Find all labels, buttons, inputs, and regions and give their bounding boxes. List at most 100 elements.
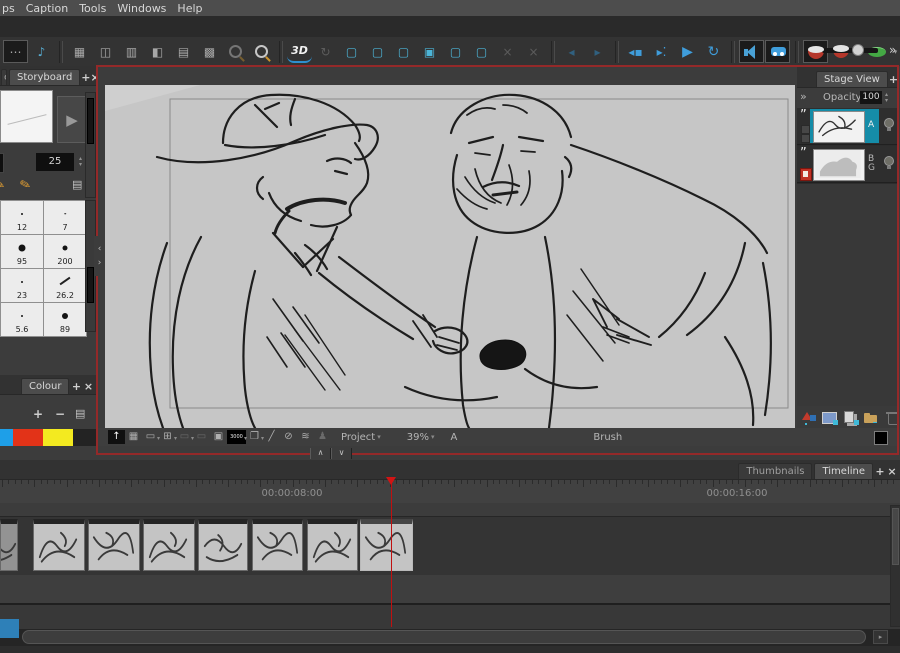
loop-button[interactable]: ↻ bbox=[701, 40, 726, 63]
rename-panel-button[interactable]: ▢ bbox=[443, 40, 468, 63]
audio-track-indicator[interactable] bbox=[0, 619, 19, 638]
menu-item-tools[interactable]: Tools bbox=[79, 2, 106, 15]
menu-item-help[interactable]: Help bbox=[177, 2, 202, 15]
close-tab-button[interactable]: × bbox=[886, 464, 898, 479]
zoom-fit-select[interactable]: ⊞▾ bbox=[159, 430, 176, 444]
layer-lock-toggle[interactable] bbox=[801, 134, 810, 143]
colour-swatch-2[interactable] bbox=[43, 429, 73, 446]
storyboard-panel-thumbnail-3[interactable] bbox=[88, 519, 140, 571]
storyboard-panel-thumbnail-4[interactable] bbox=[143, 519, 195, 571]
add-bitmap-layer-button[interactable] bbox=[822, 410, 838, 425]
timeline-horizontal-scrollbar[interactable]: ▸ bbox=[0, 629, 900, 646]
field-grid-button[interactable]: 3000▾ bbox=[227, 430, 246, 444]
previous-panel-button[interactable]: ◂ bbox=[559, 40, 584, 63]
menu-item-windows[interactable]: Windows bbox=[117, 2, 166, 15]
menu-item-caption[interactable]: Caption bbox=[26, 2, 68, 15]
add-tab-button[interactable]: + bbox=[889, 72, 898, 87]
tab-panel[interactable]: el bbox=[1, 69, 7, 85]
audio-annotation-button[interactable]: ♪ bbox=[29, 40, 54, 63]
wave-guide-button[interactable]: ≋ bbox=[297, 430, 314, 444]
splitter-down-button[interactable]: ∨ bbox=[331, 448, 352, 459]
scrollbar-thumb[interactable] bbox=[892, 508, 899, 565]
duplicate-panel-button[interactable]: ▢ bbox=[391, 40, 416, 63]
storyboard-panel-thumbnail-8[interactable] bbox=[360, 519, 413, 571]
brush-preset-200[interactable]: 200 bbox=[44, 235, 86, 268]
brush-size-field[interactable]: 25 bbox=[36, 153, 74, 171]
project-selector[interactable]: Project bbox=[341, 432, 375, 443]
storyboard-panel-thumbnail-5[interactable] bbox=[198, 519, 248, 571]
play-button[interactable]: ▶ bbox=[675, 40, 700, 63]
two-panel-layout-button[interactable]: ◫ bbox=[93, 40, 118, 63]
brush-preset-5.6[interactable]: 5.6 bbox=[1, 303, 43, 336]
collapse-right-icon[interactable]: › bbox=[98, 259, 102, 267]
add-tab-button[interactable]: + bbox=[81, 70, 90, 85]
brush-tool-icon[interactable]: ✎ bbox=[18, 177, 32, 194]
spin-down-icon[interactable]: ▾ bbox=[885, 98, 888, 104]
brush-size-slider[interactable] bbox=[822, 48, 878, 53]
close-tab-button[interactable]: × bbox=[91, 70, 96, 85]
line-tool-button[interactable]: ╱ bbox=[263, 430, 280, 444]
duplicate-layer-button[interactable] bbox=[843, 410, 859, 425]
tab-stage-view[interactable]: Stage View bbox=[816, 71, 888, 87]
camera-view-select[interactable]: ▭▾ bbox=[142, 430, 159, 444]
expand-panel-button[interactable]: » bbox=[800, 90, 807, 103]
brush-preset-12[interactable]: 12 bbox=[1, 201, 43, 234]
collapse-left-icon[interactable]: ‹ bbox=[98, 245, 102, 253]
grid-overlay-button[interactable]: ▩ bbox=[197, 40, 222, 63]
new-scene-button[interactable]: ▢ bbox=[339, 40, 364, 63]
character-button[interactable]: ♟ bbox=[314, 430, 331, 444]
group-layers-button[interactable] bbox=[864, 410, 880, 425]
brush-preset-23[interactable]: 23 bbox=[1, 269, 43, 302]
close-tab-button[interactable]: × bbox=[82, 379, 94, 394]
next-panel-button[interactable]: ▸ bbox=[585, 40, 610, 63]
tab-storyboard[interactable]: Storyboard bbox=[9, 69, 80, 85]
brush-preset-89[interactable]: 89 bbox=[44, 303, 86, 336]
preview-mode-select[interactable]: ▭▾ bbox=[176, 430, 193, 444]
light-table-bulb-icon[interactable] bbox=[884, 156, 894, 166]
scrollbar-thumb[interactable] bbox=[87, 267, 94, 303]
grid-toggle-button[interactable]: ▦ bbox=[125, 430, 142, 444]
sound-toggle-button[interactable] bbox=[739, 40, 764, 63]
tab-thumbnails[interactable]: Thumbnails bbox=[738, 463, 812, 479]
storyboard-panel-thumbnail-1[interactable] bbox=[0, 519, 18, 571]
scrollbar-thumb[interactable] bbox=[22, 630, 866, 644]
timeline-track-row-2[interactable] bbox=[0, 605, 900, 629]
add-tab-button[interactable]: + bbox=[70, 379, 82, 394]
camera-mask-toggle[interactable]: ↑ bbox=[108, 430, 125, 444]
spin-down-icon[interactable]: ▾ bbox=[79, 162, 82, 168]
colour-swatch-1[interactable] bbox=[13, 429, 43, 446]
toolbar-overflow-button[interactable]: » bbox=[889, 43, 896, 57]
add-colour-button[interactable]: + bbox=[33, 407, 43, 421]
new-panel-button[interactable]: ▢ bbox=[365, 40, 390, 63]
remove-colour-button[interactable]: − bbox=[55, 407, 65, 421]
delete-layer-button[interactable] bbox=[885, 410, 898, 425]
opacity-value-field[interactable]: 100 bbox=[860, 91, 882, 104]
panel-thumbs-layout-button[interactable]: ◧ bbox=[145, 40, 170, 63]
jump-to-start-button[interactable]: ◂▪ bbox=[623, 40, 648, 63]
storyboard-panel-thumbnail-7[interactable] bbox=[307, 519, 358, 571]
row-layout-button[interactable]: ▥ bbox=[119, 40, 144, 63]
zoom-out-button[interactable] bbox=[223, 40, 248, 63]
slider-knob[interactable] bbox=[852, 44, 864, 56]
preset-menu-icon[interactable]: ▤ bbox=[72, 178, 82, 191]
add-vector-layer-button[interactable] bbox=[801, 410, 817, 425]
brush-preset-95[interactable]: 95 bbox=[1, 235, 43, 268]
stroke-preview-button[interactable]: ▶ bbox=[57, 96, 87, 143]
current-colour-chip[interactable] bbox=[874, 431, 888, 445]
playhead-line[interactable] bbox=[391, 480, 392, 627]
timeline-vertical-scrollbar[interactable] bbox=[890, 505, 900, 627]
import-panel-button[interactable]: ▢ bbox=[469, 40, 494, 63]
storyboard-panel-thumbnail-2[interactable] bbox=[33, 519, 85, 571]
options-scrollbar[interactable] bbox=[85, 92, 96, 198]
play-selection-button[interactable]: ▸⁚ bbox=[649, 40, 674, 63]
outline-mode-button[interactable]: ▭ bbox=[193, 430, 210, 444]
layer-a-thumbnail[interactable] bbox=[813, 111, 865, 143]
tool-presets-button[interactable]: ⋯ bbox=[3, 40, 28, 63]
brush-preset-7[interactable]: 7 bbox=[44, 201, 86, 234]
timeline-ruler[interactable]: 00:00:08:00 00:00:16:00 bbox=[0, 480, 900, 504]
tab-colour[interactable]: Colour bbox=[21, 378, 69, 394]
delete-panel-button[interactable]: × bbox=[521, 40, 546, 63]
overview-layout-button[interactable]: ▤ bbox=[171, 40, 196, 63]
layer-bg-thumbnail[interactable] bbox=[813, 149, 865, 181]
colour-menu-icon[interactable]: ▤ bbox=[75, 407, 85, 420]
